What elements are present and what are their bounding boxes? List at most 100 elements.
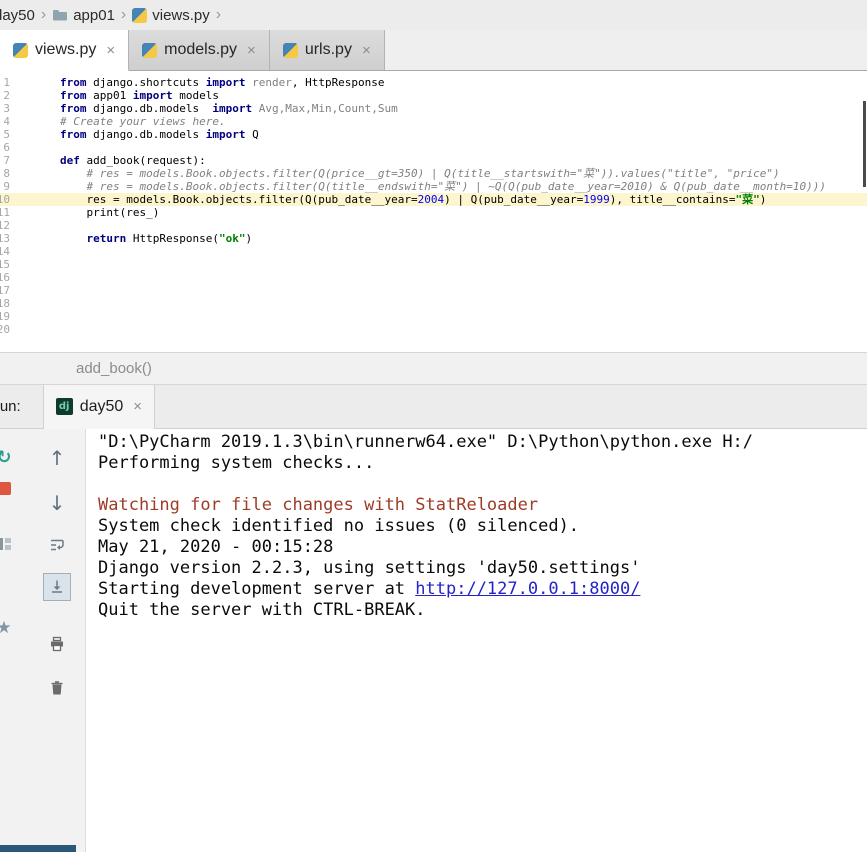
code-line[interactable]: 14 [0, 245, 867, 258]
breadcrumb-item-day50[interactable]: day50 [0, 7, 38, 24]
code-segment: import [206, 128, 246, 141]
code-line[interactable]: 9 # res = models.Book.objects.filter(Q(t… [0, 180, 867, 193]
line-number[interactable]: 5 [0, 128, 12, 141]
line-number-text: 19 [0, 310, 10, 323]
code-line[interactable]: 8 # res = models.Book.objects.filter(Q(p… [0, 167, 867, 180]
code-line[interactable]: 4# Create your views here. [0, 115, 867, 128]
breadcrumb-item-views-py[interactable]: views.py [129, 7, 213, 24]
console-link[interactable]: http://127.0.0.1:8000/ [415, 579, 640, 599]
run-label: Run: [0, 398, 21, 415]
line-number[interactable]: 15 [0, 258, 12, 271]
python-file-icon [142, 43, 157, 58]
line-number[interactable]: 3 [0, 102, 12, 115]
line-number-text: 20 [0, 323, 10, 336]
line-number-text: 9 [3, 180, 10, 193]
code-segment: ), title__contains= [610, 193, 736, 206]
layout-icon [0, 536, 12, 552]
line-number-text: 7 [3, 154, 10, 167]
code-line[interactable]: 7def add_book(request): [0, 154, 867, 167]
code-text: res = models.Book.objects.filter(Q(pub_d… [12, 193, 766, 206]
up-button[interactable]: ↑ [43, 445, 71, 471]
line-number[interactable]: 12 [0, 219, 12, 232]
console-line: May 21, 2020 - 00:15:28 [98, 537, 867, 558]
line-number[interactable]: 14 [0, 245, 12, 258]
pycharm-window: day50›app01›views.py› views.py×models.py… [0, 0, 867, 852]
code-segment: django.db.models [87, 102, 213, 115]
code-line[interactable]: 2from app01 import models [0, 89, 867, 102]
console-line: Watching for file changes with StatReloa… [98, 495, 867, 516]
code-line[interactable]: 20 [0, 323, 867, 336]
console-line: Performing system checks... [98, 453, 867, 474]
code-editor[interactable]: 1from django.shortcuts import render, Ht… [0, 71, 867, 352]
line-number[interactable]: 1 [0, 76, 12, 89]
code-segment: print(res_) [60, 206, 159, 219]
code-segment: from [60, 102, 87, 115]
clear-button[interactable] [43, 675, 71, 701]
down-button[interactable]: ↓ [43, 490, 71, 516]
scrollbar-thumb[interactable] [863, 101, 866, 187]
line-number[interactable]: 18 [0, 297, 12, 310]
stop-button[interactable] [0, 475, 18, 501]
code-line[interactable]: 5from django.db.models import Q [0, 128, 867, 141]
line-number[interactable]: 10 [0, 193, 12, 206]
stop-icon [0, 482, 11, 495]
soft-wrap-button[interactable] [43, 532, 71, 558]
line-number-text: 18 [0, 297, 10, 310]
code-line[interactable]: 1from django.shortcuts import render, Ht… [0, 76, 867, 89]
code-line[interactable]: 16 [0, 271, 867, 284]
code-text: from django.db.models import Avg,Max,Min… [12, 102, 398, 115]
code-line[interactable]: 11 print(res_) [0, 206, 867, 219]
line-number[interactable]: 8 [0, 167, 12, 180]
line-number-text: 4 [3, 115, 10, 128]
tab-views-py[interactable]: views.py× [0, 30, 129, 71]
context-breadcrumb[interactable]: add_book() [76, 360, 152, 377]
code-line[interactable]: 6 [0, 141, 867, 154]
code-line[interactable]: 17 [0, 284, 867, 297]
layout-button[interactable] [0, 531, 18, 557]
line-number-text: 13 [0, 232, 10, 245]
soft-wrap-icon [49, 537, 65, 553]
line-number[interactable]: 16 [0, 271, 12, 284]
code-line[interactable]: 15 [0, 258, 867, 271]
rerun-button[interactable]: ↻ [0, 445, 18, 471]
close-icon[interactable]: × [362, 42, 371, 59]
line-number[interactable]: 20 [0, 323, 12, 336]
code-segment: django.db.models [87, 128, 206, 141]
line-number[interactable]: 4 [0, 115, 12, 128]
code-line[interactable]: 18 [0, 297, 867, 310]
code-line[interactable]: 10 res = models.Book.objects.filter(Q(pu… [0, 193, 867, 206]
line-number[interactable]: 17 [0, 284, 12, 297]
run-console: ↻★ ↑↓ "D:\PyCharm 2019.1.3\bin\runnerw64… [0, 429, 867, 852]
line-number[interactable]: 9 [0, 180, 12, 193]
code-segment: , HttpResponse [292, 76, 385, 89]
code-line[interactable]: 19 [0, 310, 867, 323]
code-line[interactable]: 13 return HttpResponse("ok") [0, 232, 867, 245]
tab-urls-py[interactable]: urls.py× [270, 30, 385, 71]
toolbar-left-column: ↻★ [0, 429, 17, 641]
line-number[interactable]: 6 [0, 141, 12, 154]
close-icon[interactable]: × [247, 42, 256, 59]
line-number[interactable]: 19 [0, 310, 12, 323]
code-line[interactable]: 12 [0, 219, 867, 232]
console-text: "D:\PyCharm 2019.1.3\bin\runnerw64.exe" … [98, 432, 753, 452]
line-number-text: 11 [0, 206, 10, 219]
run-tab-day50[interactable]: dj day50 × [43, 385, 155, 429]
code-line[interactable]: 3from django.db.models import Avg,Max,Mi… [0, 102, 867, 115]
line-number[interactable]: 2 [0, 89, 12, 102]
tab-models-py[interactable]: models.py× [129, 30, 270, 71]
close-icon[interactable]: × [133, 398, 142, 415]
print-icon [49, 636, 65, 652]
line-number[interactable]: 13 [0, 232, 12, 245]
console-output[interactable]: "D:\PyCharm 2019.1.3\bin\runnerw64.exe" … [86, 429, 867, 852]
line-number[interactable]: 11 [0, 206, 12, 219]
scroll-to-end-button[interactable] [43, 573, 71, 601]
breadcrumb-item-app01[interactable]: app01 [49, 7, 118, 24]
breadcrumb-label: day50 [0, 7, 35, 24]
close-icon[interactable]: × [106, 42, 115, 59]
star-button[interactable]: ★ [0, 615, 18, 641]
line-number[interactable]: 7 [0, 154, 12, 167]
code-segment: "ok" [219, 232, 246, 245]
code-segment: import [212, 102, 252, 115]
tab-bar-filler [385, 30, 867, 71]
print-button[interactable] [43, 631, 71, 657]
